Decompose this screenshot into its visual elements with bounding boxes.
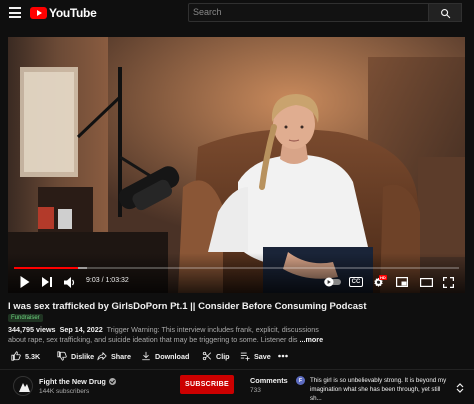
verified-check-icon bbox=[108, 378, 116, 385]
commenter-avatar: F bbox=[296, 376, 305, 385]
miniplayer-button[interactable] bbox=[394, 274, 410, 290]
search-input[interactable]: Search bbox=[188, 3, 429, 22]
player-controls: 9:03 / 1:03:32 CC HD bbox=[8, 274, 465, 290]
progress-played bbox=[14, 267, 78, 269]
search-button[interactable] bbox=[429, 3, 462, 22]
more-horizontal-icon bbox=[278, 354, 288, 358]
chevron-updown-icon bbox=[456, 383, 464, 393]
dislike-label: Dislike bbox=[71, 351, 95, 361]
divider bbox=[0, 369, 474, 370]
description-line-1: Trigger Warning: This interview includes… bbox=[106, 325, 319, 334]
comments-count: 733 bbox=[250, 387, 261, 394]
dislike-button[interactable]: Dislike bbox=[57, 349, 94, 363]
scissors-icon bbox=[202, 351, 212, 361]
theater-button[interactable] bbox=[418, 274, 434, 290]
video-meta[interactable]: 344,795 views Sep 14, 2022 Trigger Warni… bbox=[8, 325, 468, 334]
thumbs-up-icon bbox=[11, 351, 21, 361]
download-icon bbox=[142, 351, 150, 361]
channel-name: Fight the New Drug bbox=[39, 377, 106, 386]
expand-comments-button[interactable] bbox=[456, 380, 464, 398]
channel-name-row[interactable]: Fight the New Drug bbox=[39, 377, 116, 386]
search-icon bbox=[441, 9, 451, 19]
upload-date: Sep 14, 2022 bbox=[59, 325, 103, 334]
progress-bar[interactable] bbox=[14, 267, 459, 269]
save-playlist-icon bbox=[240, 352, 250, 361]
view-count: 344,795 views bbox=[8, 325, 56, 334]
comments-label[interactable]: Comments bbox=[250, 376, 288, 385]
thumbs-down-icon bbox=[57, 351, 67, 361]
channel-avatar[interactable] bbox=[13, 376, 33, 396]
logo-text: YouTube bbox=[49, 6, 97, 20]
next-icon bbox=[42, 277, 52, 287]
top-comment-text[interactable]: This girl is so unbelievably strong. It … bbox=[310, 376, 448, 403]
fullscreen-button[interactable] bbox=[440, 274, 456, 290]
more-actions-button[interactable] bbox=[278, 349, 292, 363]
captions-icon: CC bbox=[348, 277, 364, 287]
settings-button[interactable]: HD bbox=[370, 274, 387, 290]
top-bar: YouTube Search bbox=[0, 0, 474, 26]
fullscreen-icon bbox=[442, 276, 454, 288]
description[interactable]: about rape, sex trafficking, and suicide… bbox=[8, 335, 468, 344]
time-display: 9:03 / 1:03:32 bbox=[86, 277, 129, 284]
search-placeholder: Search bbox=[193, 7, 222, 17]
like-count: 5.3K bbox=[25, 351, 41, 361]
youtube-play-logo-icon bbox=[30, 7, 47, 19]
show-more-button[interactable]: ...more bbox=[300, 335, 324, 344]
autoplay-toggle[interactable] bbox=[323, 274, 343, 290]
channel-logo-icon bbox=[19, 383, 30, 392]
menu-icon[interactable] bbox=[9, 7, 21, 18]
youtube-logo[interactable]: YouTube bbox=[30, 6, 97, 20]
next-button[interactable] bbox=[40, 274, 54, 290]
captions-button[interactable]: CC bbox=[348, 274, 364, 290]
like-button[interactable]: 5.3K bbox=[11, 349, 40, 363]
video-player[interactable]: 9:03 / 1:03:32 CC HD bbox=[8, 37, 465, 293]
subscribe-button[interactable]: SUBSCRIBE bbox=[180, 375, 234, 394]
share-icon bbox=[97, 352, 107, 361]
fundraiser-badge[interactable]: Fundraiser bbox=[8, 314, 43, 322]
save-label: Save bbox=[254, 351, 271, 361]
download-button[interactable]: Download bbox=[141, 349, 189, 363]
subscriber-count: 144K subscribers bbox=[39, 388, 90, 395]
download-label: Download bbox=[155, 351, 190, 361]
clip-button[interactable]: Clip bbox=[202, 349, 230, 363]
share-button[interactable]: Share bbox=[97, 349, 131, 363]
hd-badge: HD bbox=[379, 275, 387, 280]
clip-label: Clip bbox=[216, 351, 230, 361]
description-line-2: about rape, sex trafficking, and suicide… bbox=[8, 335, 298, 344]
share-label: Share bbox=[111, 351, 131, 361]
theater-icon bbox=[419, 277, 433, 287]
play-icon bbox=[20, 276, 29, 288]
autoplay-toggle-icon bbox=[324, 277, 341, 287]
volume-button[interactable] bbox=[62, 274, 78, 290]
video-title: I was sex trafficked by GirlsDoPorn Pt.1… bbox=[8, 301, 367, 312]
volume-icon bbox=[64, 276, 75, 288]
miniplayer-icon bbox=[396, 277, 408, 287]
play-button[interactable] bbox=[16, 274, 32, 290]
save-button[interactable]: Save bbox=[240, 349, 271, 363]
